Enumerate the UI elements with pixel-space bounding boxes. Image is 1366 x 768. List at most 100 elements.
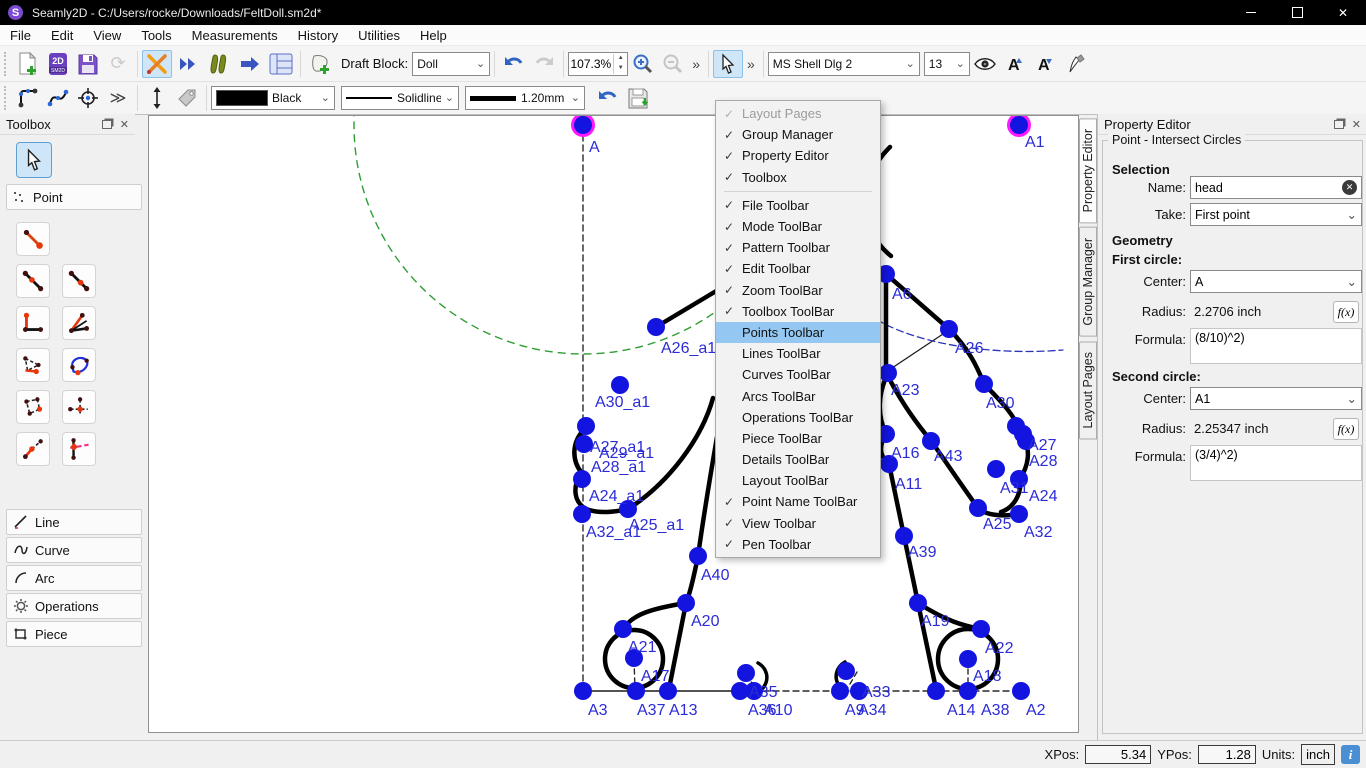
point-name-size-select[interactable]: 13 ⌄	[924, 52, 970, 76]
point-label-A[interactable]: A	[589, 139, 600, 156]
point-label-A43[interactable]: A43	[934, 448, 963, 465]
menu-edit[interactable]: Edit	[41, 25, 83, 45]
point-label-A25[interactable]: A25	[983, 516, 1012, 533]
dock-tab-property-editor[interactable]: Property Editor	[1079, 118, 1097, 223]
menu-item-toolbox-toolbar[interactable]: ✓Toolbox ToolBar	[716, 301, 880, 322]
more-tools-button[interactable]: ≫	[103, 84, 133, 112]
point-label-A35[interactable]: A35	[749, 684, 778, 701]
pattern-point[interactable]	[573, 505, 591, 523]
zoom-spin-arrows[interactable]: ▲▼	[613, 54, 627, 74]
point-label-A19[interactable]: A19	[921, 613, 950, 630]
point-label-A17[interactable]: A17	[641, 668, 670, 685]
pattern-point[interactable]	[959, 650, 977, 668]
zoom-in-button[interactable]	[628, 50, 658, 78]
menu-item-point-name-toolbar[interactable]: ✓Point Name ToolBar	[716, 491, 880, 512]
point-label-A28[interactable]: A28	[1029, 453, 1058, 470]
redo-button[interactable]	[529, 50, 559, 78]
menu-item-lines-toolbar[interactable]: Lines ToolBar	[716, 343, 880, 364]
close-panel-icon[interactable]: ✕	[120, 118, 129, 131]
menu-item-details-toolbar[interactable]: Details ToolBar	[716, 449, 880, 470]
point-label-A3[interactable]: A3	[588, 702, 608, 719]
pattern-point[interactable]	[689, 547, 707, 565]
dock-tab-group-manager[interactable]: Group Manager	[1079, 227, 1097, 337]
point-label-A32[interactable]: A32	[1024, 524, 1053, 541]
menu-tools[interactable]: Tools	[131, 25, 181, 45]
point-label-A24_a1[interactable]: A24_a1	[589, 488, 644, 505]
take-select[interactable]: First point ⌄	[1190, 203, 1362, 226]
pattern-point[interactable]	[927, 682, 945, 700]
minimize-button[interactable]	[1228, 0, 1274, 25]
toolbox-section-arc[interactable]: Arc	[6, 565, 142, 591]
pattern-point[interactable]	[909, 594, 927, 612]
sync-button[interactable]: ⟳	[103, 50, 133, 78]
menu-item-pen-toolbar[interactable]: ✓Pen Toolbar	[716, 534, 880, 555]
pattern-point[interactable]	[573, 470, 591, 488]
pattern-point[interactable]	[879, 364, 897, 382]
point-label-A13[interactable]: A13	[669, 702, 698, 719]
pen-style-button[interactable]	[1060, 50, 1090, 78]
reset-pen-button[interactable]	[593, 84, 623, 112]
menu-measurements[interactable]: Measurements	[182, 25, 288, 45]
toolbox-section-piece[interactable]: Piece	[6, 621, 142, 647]
menu-utilities[interactable]: Utilities	[348, 25, 410, 45]
increase-point-name-size-button[interactable]: A	[1000, 50, 1030, 78]
point-label-A26_a1[interactable]: A26_a1	[661, 340, 716, 357]
point-triangle-tool[interactable]	[16, 390, 50, 424]
pattern-point[interactable]	[831, 682, 849, 700]
pattern-point[interactable]	[1010, 505, 1028, 523]
toolbox-title-bar[interactable]: Toolbox ✕	[0, 114, 135, 135]
menu-item-pattern-toolbar[interactable]: ✓Pattern Toolbar	[716, 237, 880, 258]
select-tool-button[interactable]	[713, 50, 743, 78]
menu-view[interactable]: View	[83, 25, 131, 45]
pattern-drawing[interactable]: AA1A26_a1A30_a1A27_a1A29_a1A28_a1A24_a1A…	[149, 116, 1078, 732]
pattern-point[interactable]	[987, 460, 1005, 478]
point-name-font-select[interactable]: MS Shell Dlg 2 ⌄	[768, 52, 920, 76]
point-label-A31[interactable]: A31	[1000, 480, 1029, 497]
zoom-spinbox[interactable]: 107.3% ▲▼	[568, 52, 628, 76]
label-tool-button[interactable]	[172, 84, 202, 112]
save-pattern-button[interactable]	[73, 50, 103, 78]
menu-item-curves-toolbar[interactable]: Curves ToolBar	[716, 364, 880, 385]
draft-mode-button[interactable]	[142, 50, 172, 78]
draft-block-select[interactable]: Doll ⌄	[412, 52, 490, 76]
open-pattern-button[interactable]: 2DSM2D	[43, 50, 73, 78]
info-button[interactable]: i	[1341, 745, 1360, 764]
pattern-point[interactable]	[969, 499, 987, 517]
menu-item-mode-toolbar[interactable]: ✓Mode ToolBar	[716, 216, 880, 237]
second-radius-formula-button[interactable]: f(x)	[1333, 418, 1359, 440]
layout-mode-button[interactable]	[266, 50, 296, 78]
point-label-A33[interactable]: A33	[862, 684, 891, 701]
point-label-A40[interactable]: A40	[701, 567, 730, 584]
toolbox-section-line[interactable]: Line	[6, 509, 142, 535]
point-label-A14[interactable]: A14	[947, 702, 976, 719]
pattern-point[interactable]	[940, 320, 958, 338]
toolbox-section-operations[interactable]: Operations	[6, 593, 142, 619]
menu-item-group-manager[interactable]: ✓Group Manager	[716, 124, 880, 145]
pattern-point[interactable]	[737, 664, 755, 682]
point-normal-tool[interactable]	[16, 306, 50, 340]
point-label-A30_a1[interactable]: A30_a1	[595, 394, 650, 411]
point-label-A38[interactable]: A38	[981, 702, 1010, 719]
menu-item-operations-toolbar[interactable]: Operations ToolBar	[716, 407, 880, 428]
first-center-select[interactable]: A ⌄	[1190, 270, 1362, 293]
vertical-flip-button[interactable]	[142, 84, 172, 112]
close-panel-icon[interactable]: ✕	[1352, 118, 1361, 131]
point-intersect-arc-tool[interactable]	[16, 432, 50, 466]
pattern-point[interactable]	[837, 662, 855, 680]
toolbar-overflow-button[interactable]: »	[688, 56, 704, 72]
pattern-point[interactable]	[574, 682, 592, 700]
pattern-point[interactable]	[614, 620, 632, 638]
point-label-A20[interactable]: A20	[691, 613, 720, 630]
new-pattern-button[interactable]	[13, 50, 43, 78]
point-label-A6[interactable]: A6	[892, 286, 912, 303]
name-input[interactable]: head ✕	[1190, 176, 1362, 199]
pattern-point[interactable]	[1012, 682, 1030, 700]
point-label-A2[interactable]: A2	[1026, 702, 1046, 719]
point-label-A27[interactable]: A27	[1028, 437, 1057, 454]
undo-button[interactable]	[499, 50, 529, 78]
point-shoulder-tool[interactable]	[16, 348, 50, 382]
zoom-out-button[interactable]	[658, 50, 688, 78]
dock-tab-layout-pages[interactable]: Layout Pages	[1079, 341, 1097, 439]
segment-tool-button[interactable]	[13, 84, 43, 112]
pattern-point[interactable]	[1010, 116, 1028, 134]
